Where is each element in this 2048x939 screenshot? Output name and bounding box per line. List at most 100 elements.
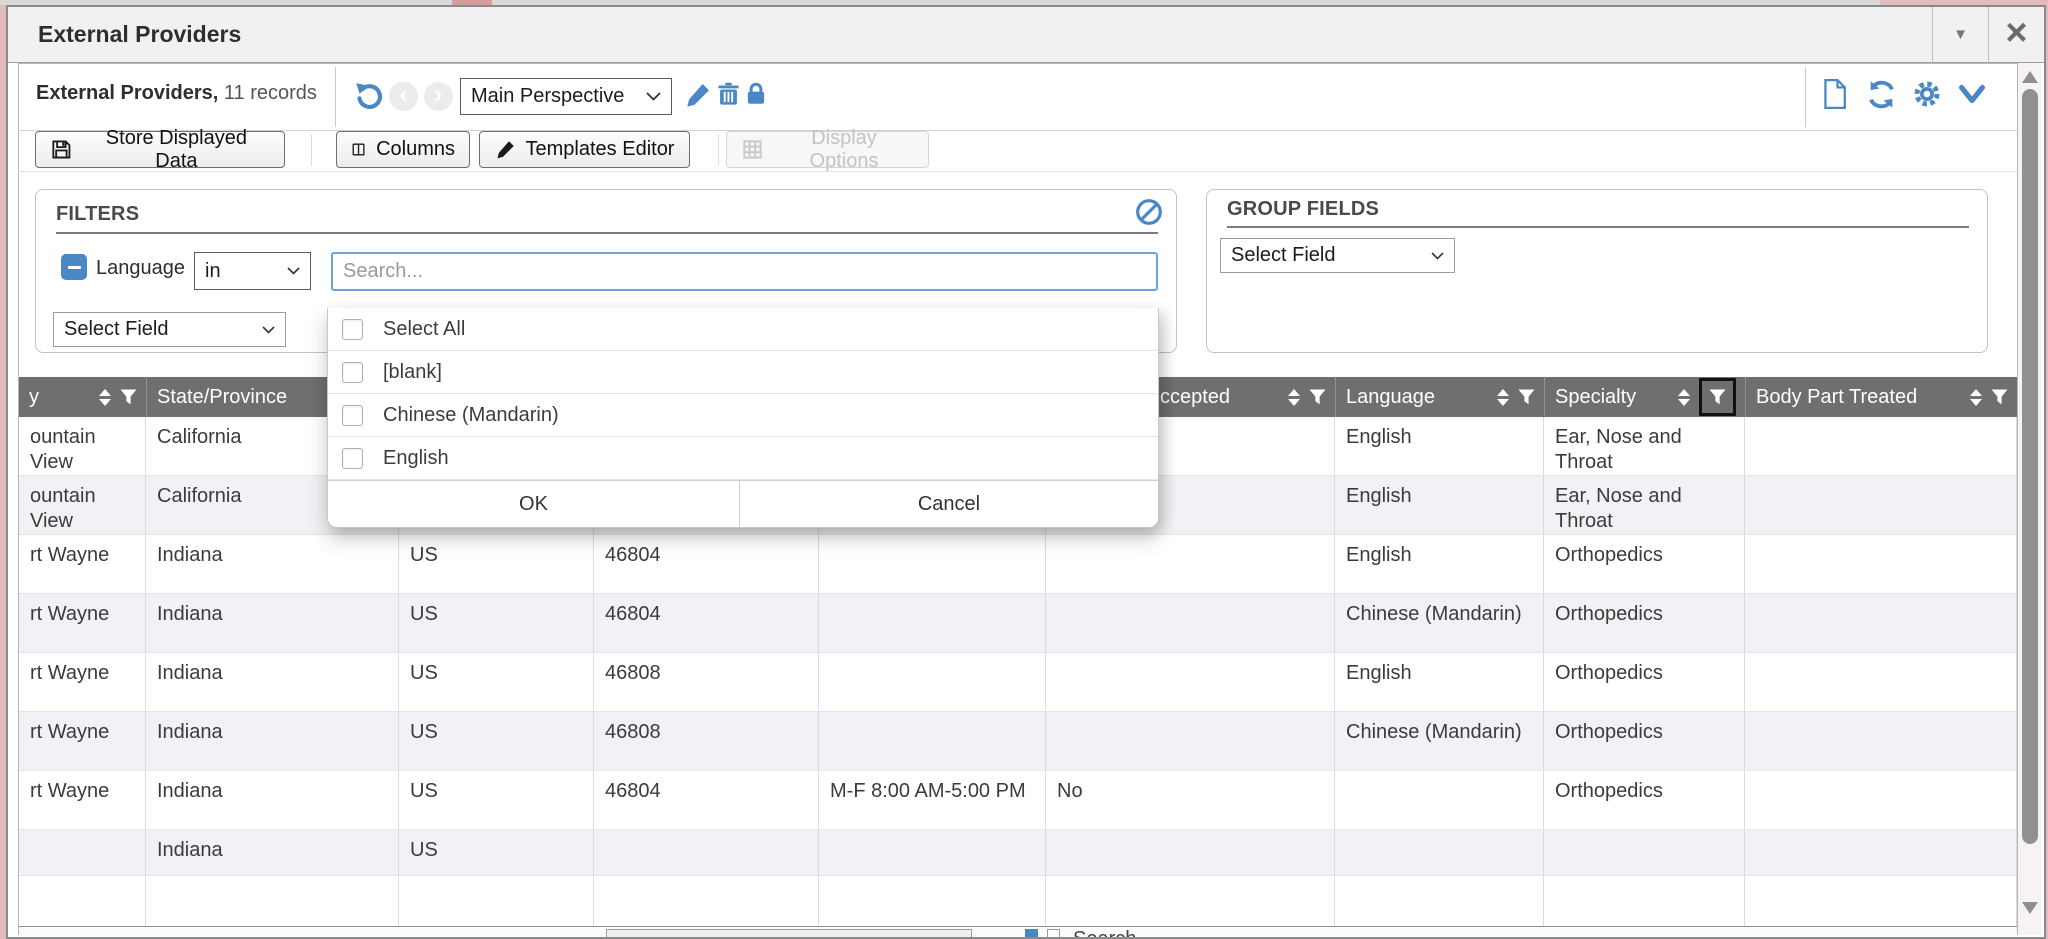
table-cell: 46808 bbox=[594, 712, 819, 770]
table-cell: rt Wayne bbox=[19, 653, 146, 711]
lock-perspective-button[interactable] bbox=[743, 80, 769, 108]
table-cell bbox=[1745, 830, 2017, 875]
add-filter-field-select[interactable]: Select Field bbox=[53, 312, 286, 347]
table-cell bbox=[1745, 876, 2017, 926]
horizontal-scrollbar[interactable] bbox=[606, 929, 972, 937]
perspective-select-value: Main Perspective bbox=[471, 85, 624, 108]
table-row[interactable]: IndianaUS bbox=[19, 830, 2017, 876]
minus-icon bbox=[68, 266, 81, 269]
table-cell bbox=[594, 830, 819, 875]
table-cell bbox=[1046, 830, 1335, 875]
sort-icon[interactable] bbox=[1970, 389, 1982, 406]
table-cell bbox=[19, 830, 146, 875]
chevron-down-icon bbox=[262, 326, 275, 334]
popup-option-row[interactable]: [blank] bbox=[328, 351, 1158, 394]
sort-icon[interactable] bbox=[1288, 389, 1300, 406]
table-row[interactable]: rt WayneIndianaUS46808EnglishOrthopedics bbox=[19, 653, 2017, 712]
popup-option-checkbox[interactable] bbox=[342, 405, 363, 426]
column-header-specialty[interactable]: Specialty bbox=[1544, 377, 1745, 417]
columns-button[interactable]: Columns bbox=[336, 131, 470, 168]
table-cell: rt Wayne bbox=[19, 535, 146, 593]
refresh-icon bbox=[1866, 79, 1897, 110]
undo-button[interactable] bbox=[353, 80, 384, 111]
popup-option-checkbox[interactable] bbox=[342, 448, 363, 469]
pencil-icon bbox=[684, 81, 712, 109]
filter-value-popup: Select All[blank] Chinese (Mandarin) Engli… bbox=[327, 308, 1159, 528]
popup-option-row[interactable]: Select All bbox=[328, 308, 1158, 351]
delete-perspective-button[interactable] bbox=[715, 80, 742, 109]
table-cell: Indiana bbox=[146, 712, 399, 770]
remove-filter-button[interactable] bbox=[61, 254, 87, 280]
settings-button[interactable] bbox=[1912, 79, 1942, 109]
new-document-button[interactable] bbox=[1820, 78, 1849, 110]
toolbar-separator bbox=[1805, 67, 1806, 127]
sort-icon[interactable] bbox=[1678, 389, 1690, 406]
previous-button: ‹ bbox=[389, 82, 418, 111]
sort-icon[interactable] bbox=[1497, 389, 1509, 406]
lock-icon bbox=[743, 80, 769, 108]
sort-icon[interactable] bbox=[99, 389, 111, 406]
popup-option-row[interactable]: English bbox=[328, 437, 1158, 480]
popup-cancel-button[interactable]: Cancel bbox=[740, 481, 1158, 527]
store-displayed-data-button[interactable]: Store Displayed Data bbox=[35, 131, 285, 168]
group-field-select[interactable]: Select Field bbox=[1220, 238, 1455, 273]
refresh-button[interactable] bbox=[1866, 79, 1897, 110]
display-options-button: Display Options bbox=[726, 131, 929, 168]
scroll-up-button[interactable] bbox=[2022, 71, 2038, 83]
popup-option-checkbox[interactable] bbox=[342, 362, 363, 383]
filter-icon[interactable] bbox=[1709, 389, 1726, 405]
column-header-label: Specialty bbox=[1545, 386, 1678, 409]
table-row[interactable]: rt WayneIndianaUS46808Chinese (Mandarin)… bbox=[19, 712, 2017, 771]
filter-icon[interactable] bbox=[1991, 389, 2008, 405]
vertical-scrollbar[interactable] bbox=[2018, 63, 2042, 935]
table-cell: Ear, Nose and Throat bbox=[1544, 476, 1745, 534]
filter-field-label: Language bbox=[96, 257, 185, 280]
perspective-select[interactable]: Main Perspective bbox=[460, 78, 672, 115]
popup-ok-button[interactable]: OK bbox=[328, 481, 740, 527]
popup-option-checkbox[interactable] bbox=[342, 319, 363, 340]
button-label: Templates Editor bbox=[526, 138, 675, 161]
edit-perspective-button[interactable] bbox=[684, 81, 712, 109]
filter-search-input[interactable] bbox=[331, 252, 1158, 291]
table-cell bbox=[146, 876, 399, 926]
dialog-close-button[interactable]: × bbox=[1988, 7, 2044, 63]
table-cell: Indiana bbox=[146, 535, 399, 593]
column-header-language[interactable]: Language bbox=[1335, 377, 1544, 417]
filters-heading: FILTERS bbox=[56, 203, 139, 226]
table-cell: Orthopedics bbox=[1544, 535, 1745, 593]
dialog-menu-button[interactable]: ▼ bbox=[1932, 7, 1988, 63]
filter-icon[interactable] bbox=[1518, 389, 1535, 405]
table-cell: Indiana bbox=[146, 653, 399, 711]
buttons-divider-line bbox=[18, 171, 2018, 172]
table-row[interactable]: rt WayneIndianaUS46804EnglishOrthopedics bbox=[19, 535, 2017, 594]
column-header-y[interactable]: y bbox=[19, 377, 146, 417]
table-cell bbox=[819, 594, 1046, 652]
filter-icon[interactable] bbox=[1309, 389, 1326, 405]
table-cell bbox=[1745, 712, 2017, 770]
scroll-down-button[interactable] bbox=[2022, 902, 2038, 914]
table-cell: Orthopedics bbox=[1544, 653, 1745, 711]
scroll-thumb[interactable] bbox=[2022, 89, 2038, 844]
dialog-title: External Providers bbox=[8, 21, 1932, 48]
trash-icon bbox=[715, 80, 742, 109]
clear-filters-button[interactable] bbox=[1135, 198, 1163, 226]
column-header-label: State/Province bbox=[147, 386, 352, 409]
bottom-checkbox-icon[interactable] bbox=[1047, 929, 1060, 937]
group-field-value: Select Field bbox=[1231, 244, 1336, 267]
templates-editor-button[interactable]: Templates Editor bbox=[479, 131, 690, 168]
filter-icon[interactable] bbox=[120, 389, 137, 405]
table-cell: US bbox=[399, 653, 594, 711]
filter-operator-value: in bbox=[205, 260, 221, 283]
table-cell bbox=[1335, 876, 1544, 926]
filter-operator-select[interactable]: in bbox=[194, 252, 311, 290]
table-row[interactable]: rt WayneIndianaUS46804Chinese (Mandarin)… bbox=[19, 594, 2017, 653]
table-cell bbox=[819, 876, 1046, 926]
column-header-body-part-treated[interactable]: Body Part Treated bbox=[1745, 377, 2017, 417]
table-cell bbox=[1745, 476, 2017, 534]
popup-option-row[interactable]: Chinese (Mandarin) bbox=[328, 394, 1158, 437]
popup-option-label: Chinese (Mandarin) bbox=[383, 404, 559, 427]
table-row[interactable] bbox=[19, 876, 2017, 926]
table-row[interactable]: rt WayneIndianaUS46804M-F 8:00 AM-5:00 P… bbox=[19, 771, 2017, 830]
collapse-toolbar-button[interactable] bbox=[1956, 81, 1988, 107]
table-cell: Chinese (Mandarin) bbox=[1335, 594, 1544, 652]
